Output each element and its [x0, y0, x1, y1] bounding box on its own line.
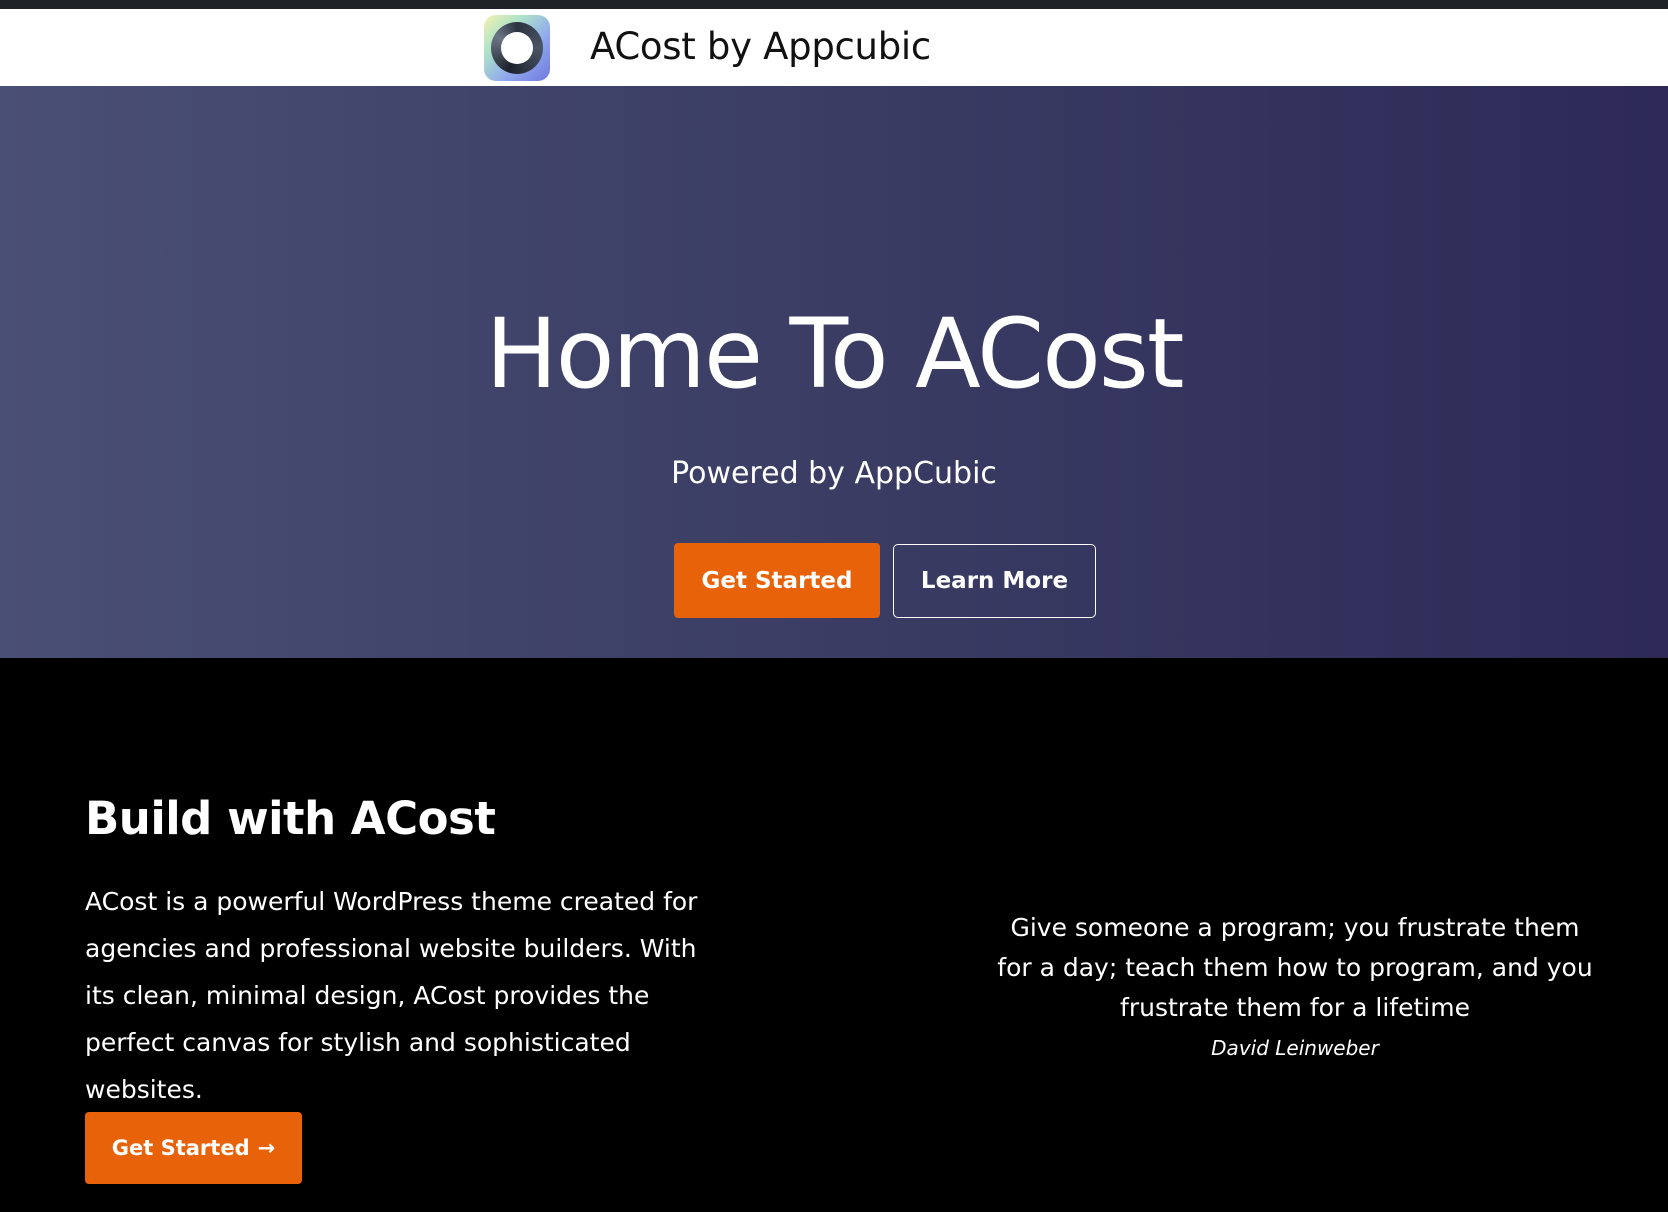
build-section: Build with ACost ACost is a powerful Wor…: [0, 658, 1668, 1212]
hero-subtitle: Powered by AppCubic: [671, 456, 997, 491]
quote-text: Give someone a program; you frustrate th…: [997, 913, 1593, 1022]
quote-author: David Leinweber: [1211, 1036, 1379, 1060]
build-get-started-label: Get Started: [111, 1136, 250, 1160]
build-get-started-button[interactable]: Get Started →: [85, 1112, 302, 1184]
get-started-button[interactable]: Get Started: [674, 543, 880, 618]
logo-center: [501, 32, 533, 64]
hero-title: Home To ACost: [485, 298, 1185, 410]
build-title: Build with ACost: [85, 792, 496, 845]
arrow-right-icon: →: [257, 1136, 276, 1160]
site-logo-icon[interactable]: [484, 15, 550, 81]
build-description: ACost is a powerful WordPress theme crea…: [85, 887, 698, 1104]
site-header: ACost by Appcubic: [0, 9, 1668, 86]
site-title[interactable]: ACost by Appcubic: [590, 25, 931, 68]
hero-section: Home To ACost Powered by AppCubic Get St…: [0, 86, 1668, 658]
learn-more-button[interactable]: Learn More: [893, 544, 1096, 618]
browser-top-strip: [0, 0, 1668, 9]
